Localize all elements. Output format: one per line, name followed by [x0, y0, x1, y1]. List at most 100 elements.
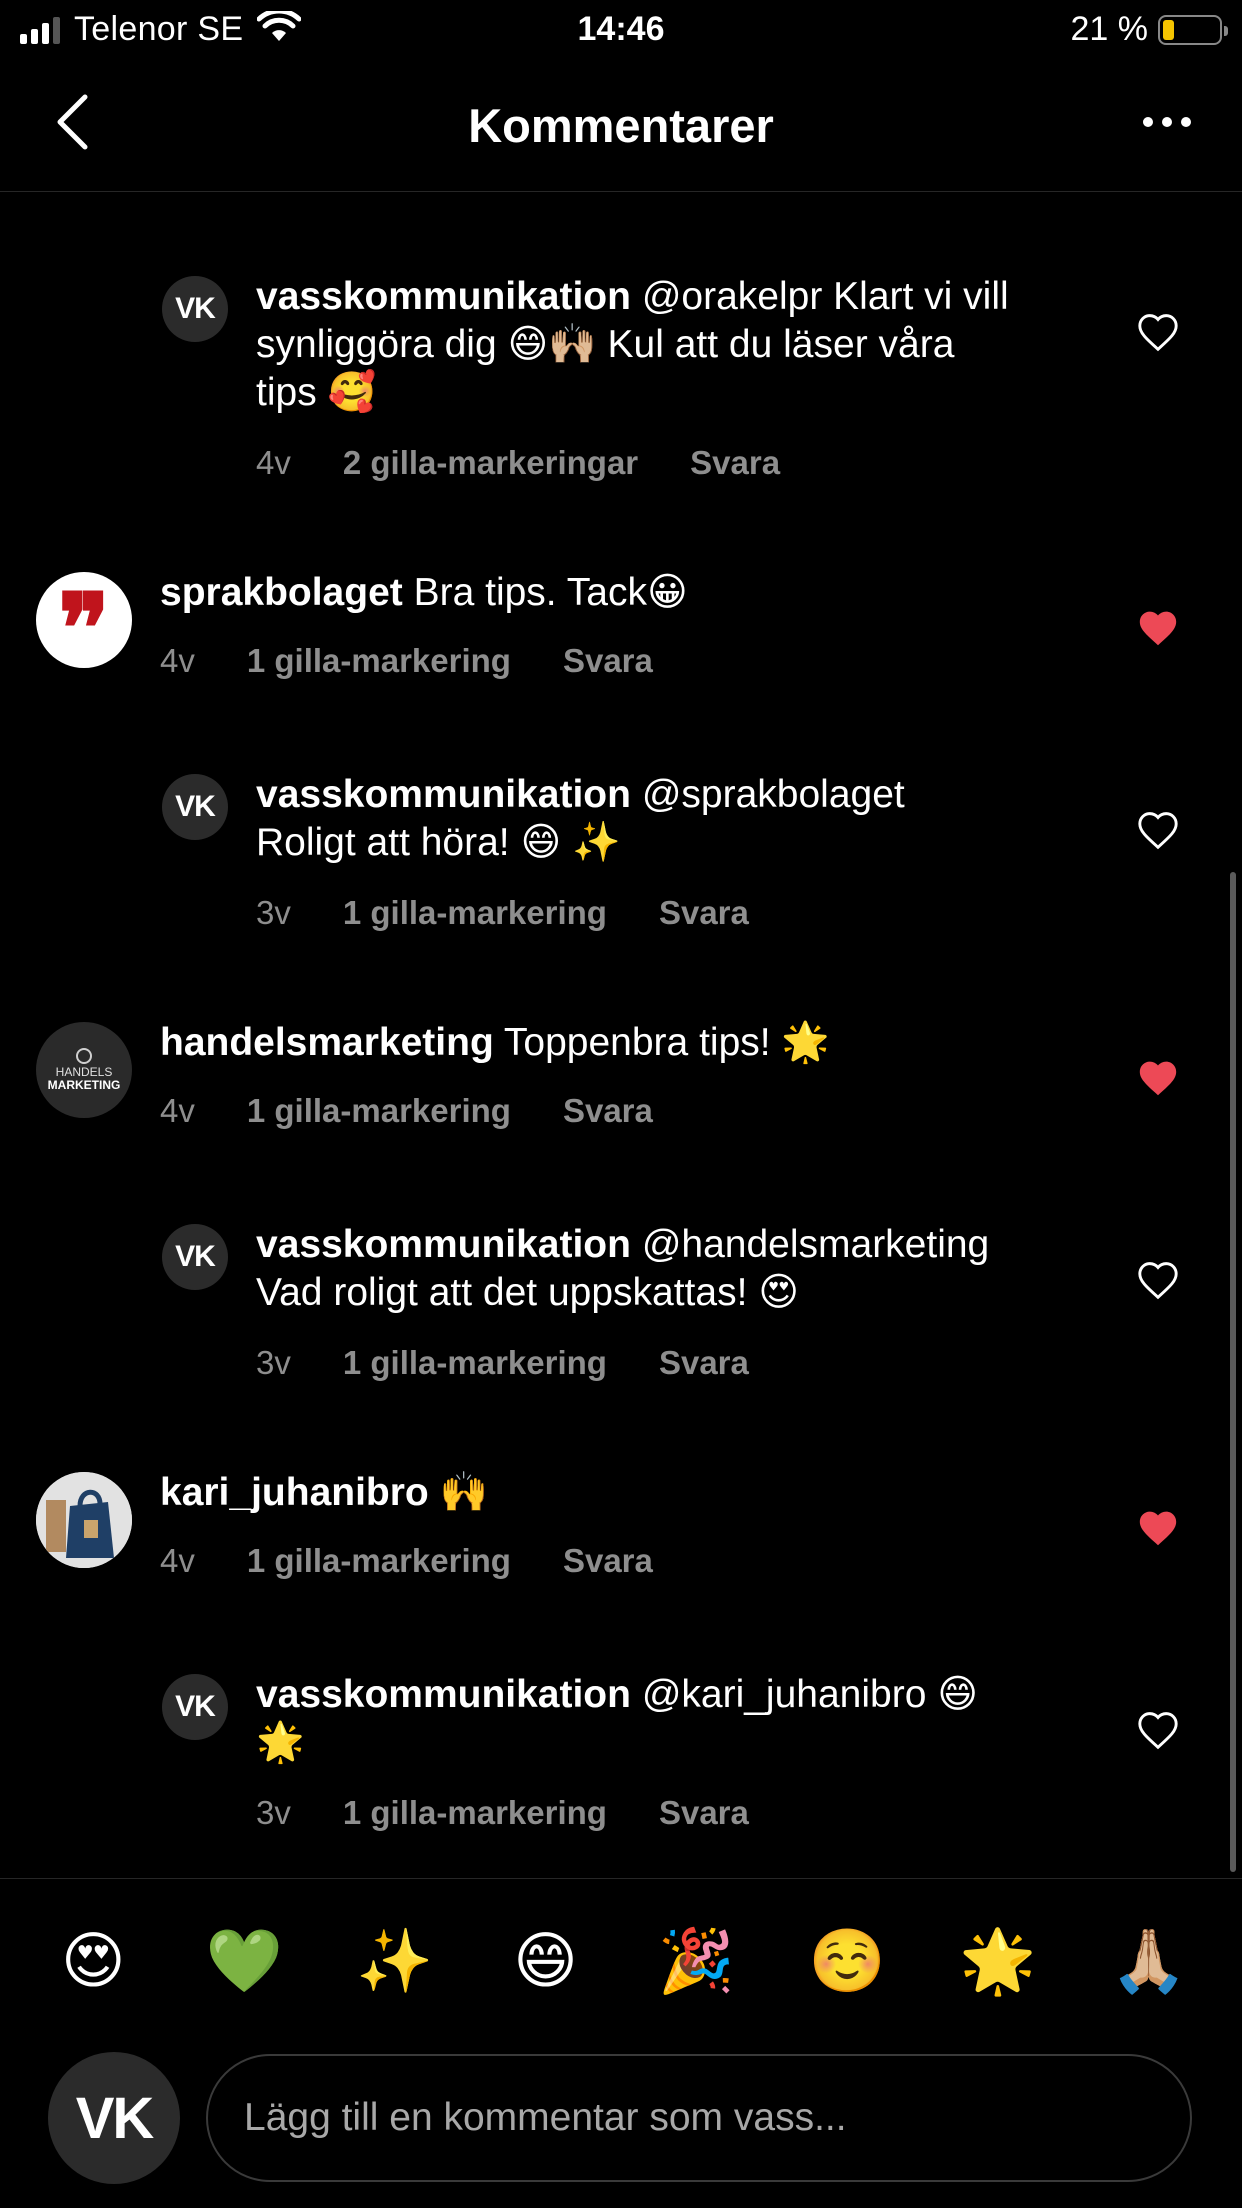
comment-time: 3v: [256, 894, 291, 931]
reply-button[interactable]: Svara: [563, 1542, 653, 1580]
reply-button[interactable]: Svara: [563, 642, 653, 680]
avatar[interactable]: VK: [162, 1674, 228, 1740]
heart-outline-icon[interactable]: [1136, 1260, 1180, 1300]
comment-body: vasskommunikation @kari_juhanibro 😄 🌟: [256, 1671, 1096, 1767]
comment-meta: 4v 2 gilla-markeringar Svara: [256, 444, 780, 482]
comments-screen: Telenor SE 14:46 21 % Kommentarer VK vas…: [0, 0, 1242, 2208]
comment-text: @kari_juhanibro 😄: [641, 1673, 978, 1716]
comment-meta: 4v 1 gilla-markering Svara: [160, 1092, 653, 1130]
avatar-initials: VK: [75, 2085, 155, 2151]
bag-photo-icon: [36, 1472, 132, 1568]
reply-button[interactable]: Svara: [659, 1794, 749, 1832]
logo-badge-icon: [76, 1048, 92, 1064]
comment-time: 4v: [160, 1092, 195, 1129]
status-right: 21 %: [1070, 10, 1228, 49]
battery-icon: [1158, 14, 1228, 45]
avatar[interactable]: ❞: [36, 572, 132, 668]
quote-mark-logo: ❞: [58, 572, 110, 669]
heart-outline-icon[interactable]: [1136, 810, 1180, 850]
scrollbar[interactable]: [1230, 872, 1236, 1872]
comment-body: sprakbolaget Bra tips. Tack😀: [160, 569, 1100, 617]
logo-text: MARKETING: [47, 1078, 121, 1092]
comment-text: Bra tips. Tack😀: [413, 571, 688, 614]
emoji-grin-button[interactable]: 😄: [496, 1916, 596, 2006]
likes-count[interactable]: 1 gilla-markering: [247, 1542, 511, 1580]
comment-text: @orakelpr Klart vi vill: [641, 275, 1009, 318]
divider: [0, 1878, 1242, 1879]
comment-text: synliggöra dig 😄🙌🏼 Kul att du läser våra: [256, 323, 955, 366]
comment-username[interactable]: kari_juhanibro: [160, 1471, 429, 1514]
quick-emoji-bar: 😍 💚 ✨ 😄 🎉 ☺️ 🌟 🙏🏼: [0, 1916, 1242, 2006]
status-bar: Telenor SE 14:46 21 %: [0, 0, 1242, 62]
avatar[interactable]: HANDELS MARKETING: [36, 1022, 132, 1118]
comment-username[interactable]: vasskommunikation: [256, 1673, 631, 1716]
comment-time: 4v: [256, 444, 291, 481]
comment-meta: 4v 1 gilla-markering Svara: [160, 1542, 653, 1580]
avatar[interactable]: VK: [162, 774, 228, 840]
comment-text: 🌟: [256, 1721, 305, 1764]
likes-count[interactable]: 1 gilla-markering: [247, 1092, 511, 1130]
comment-meta: 4v 1 gilla-markering Svara: [160, 642, 653, 680]
comment-text: Roligt att höra! 😄 ✨: [256, 821, 621, 864]
comment-time: 4v: [160, 1542, 195, 1579]
comment-input[interactable]: [208, 2056, 1190, 2180]
heart-outline-icon[interactable]: [1136, 1710, 1180, 1750]
comment-body: vasskommunikation @sprakbolaget Roligt a…: [256, 771, 1096, 867]
comment-username[interactable]: sprakbolaget: [160, 571, 403, 614]
comment-body: handelsmarketing Toppenbra tips! 🌟: [160, 1019, 1100, 1067]
comment-input-container: [206, 2054, 1192, 2182]
comment-meta: 3v 1 gilla-markering Svara: [256, 894, 749, 932]
nav-header: Kommentarer: [0, 62, 1242, 192]
comment-time: 3v: [256, 1794, 291, 1831]
emoji-sparkles-button[interactable]: ✨: [345, 1916, 445, 2006]
comment-meta: 3v 1 gilla-markering Svara: [256, 1344, 749, 1382]
reply-button[interactable]: Svara: [659, 1344, 749, 1382]
heart-outline-icon[interactable]: [1136, 312, 1180, 352]
heart-filled-icon[interactable]: [1136, 1508, 1180, 1548]
likes-count[interactable]: 1 gilla-markering: [343, 1794, 607, 1832]
heart-filled-icon[interactable]: [1136, 608, 1180, 648]
comment-meta: 3v 1 gilla-markering Svara: [256, 1794, 749, 1832]
emoji-green-heart-button[interactable]: 💚: [194, 1916, 294, 2006]
emoji-heart-eyes-button[interactable]: 😍: [43, 1916, 143, 2006]
likes-count[interactable]: 1 gilla-markering: [247, 642, 511, 680]
avatar[interactable]: VK: [162, 276, 228, 342]
avatar-initials: VK: [175, 790, 216, 823]
reply-button[interactable]: Svara: [690, 444, 780, 482]
reply-button[interactable]: Svara: [659, 894, 749, 932]
comment-body: kari_juhanibro 🙌: [160, 1469, 1100, 1517]
likes-count[interactable]: 1 gilla-markering: [343, 894, 607, 932]
comment-text: tips 🥰: [256, 371, 377, 414]
status-time: 14:46: [577, 10, 665, 48]
likes-count[interactable]: 2 gilla-markeringar: [343, 444, 638, 482]
comment-username[interactable]: vasskommunikation: [256, 275, 631, 318]
emoji-smiling-button[interactable]: ☺️: [797, 1916, 897, 2006]
comment-text: @handelsmarketing: [641, 1223, 990, 1266]
comment-body: vasskommunikation @handelsmarketing Vad …: [256, 1221, 1096, 1317]
avatar[interactable]: [36, 1472, 132, 1568]
more-horizontal-icon: [1143, 117, 1191, 127]
heart-filled-icon[interactable]: [1136, 1058, 1180, 1098]
comment-username[interactable]: vasskommunikation: [256, 1223, 631, 1266]
avatar[interactable]: VK: [162, 1224, 228, 1290]
emoji-party-popper-button[interactable]: 🎉: [646, 1916, 746, 2006]
comment-username[interactable]: handelsmarketing: [160, 1021, 494, 1064]
reply-button[interactable]: Svara: [563, 1092, 653, 1130]
comment-text: Vad roligt att det uppskattas! 😍: [256, 1271, 799, 1314]
comment-text: 🙌: [439, 1471, 489, 1514]
comment-time: 4v: [160, 642, 195, 679]
more-options-button[interactable]: [1132, 90, 1202, 154]
emoji-folded-hands-button[interactable]: 🙏🏼: [1099, 1916, 1199, 2006]
comment-text: @sprakbolaget: [641, 773, 905, 816]
current-user-avatar: VK: [48, 2052, 180, 2184]
battery-percentage: 21 %: [1070, 10, 1149, 48]
avatar-initials: VK: [175, 1690, 216, 1723]
likes-count[interactable]: 1 gilla-markering: [343, 1344, 607, 1382]
emoji-glowing-star-button[interactable]: 🌟: [948, 1916, 1048, 2006]
avatar-initials: VK: [175, 1240, 216, 1273]
comment-username[interactable]: vasskommunikation: [256, 773, 631, 816]
comment-body: vasskommunikation @orakelpr Klart vi vil…: [256, 273, 1096, 417]
avatar-initials: VK: [175, 292, 216, 325]
page-title: Kommentarer: [468, 99, 774, 152]
comment-time: 3v: [256, 1344, 291, 1381]
